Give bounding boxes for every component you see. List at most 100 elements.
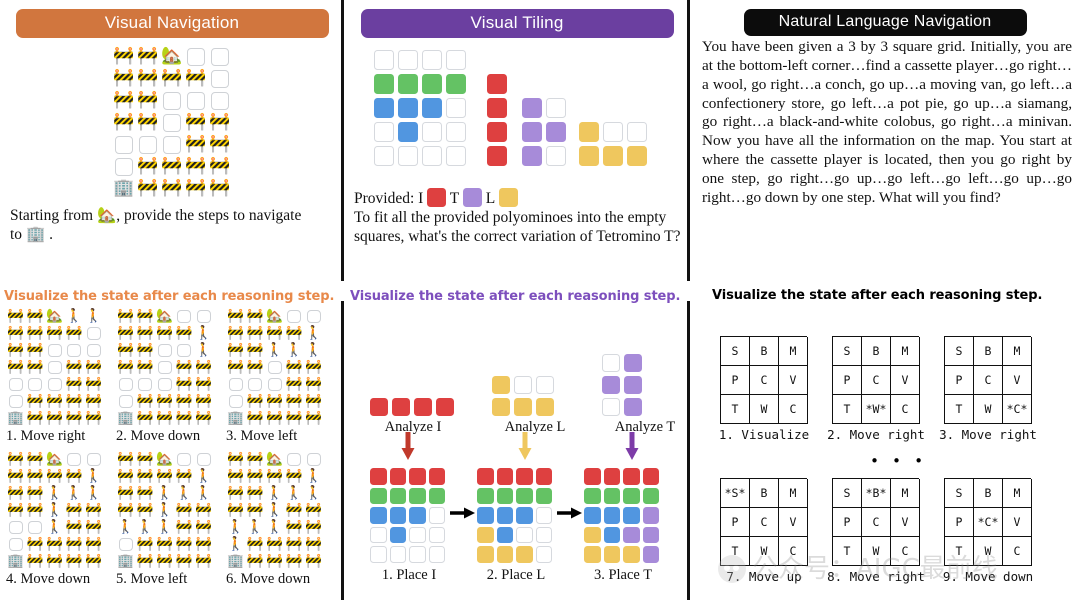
tile-cell — [579, 121, 599, 142]
nlp-cell: V — [1003, 508, 1032, 537]
grid-cell: 🚶 — [304, 468, 324, 485]
grid-cell: 🏢 — [6, 410, 26, 427]
grid-cell: 🏢 — [116, 410, 136, 427]
tile-square-filled — [487, 73, 507, 94]
tiling-viz-caption: Visualize the state after each reasoning… — [350, 289, 681, 304]
barrier-icon: 🚧 — [266, 409, 284, 426]
barrier-icon: 🚧 — [136, 307, 154, 324]
grid-cell: 🚧 — [6, 502, 26, 519]
barrier-icon: 🚧 — [175, 324, 193, 341]
empty-cell — [163, 91, 181, 110]
navigation-viz-caption: Visualize the state after each reasoning… — [4, 289, 335, 304]
tiling-down-arrow — [624, 432, 640, 467]
barrier-icon: 🚧 — [156, 409, 174, 426]
tile-square-empty — [374, 49, 394, 70]
grid-cell: 🚧 — [208, 178, 232, 200]
barrier-icon: 🚧 — [266, 552, 284, 569]
tile-square-filled — [492, 398, 510, 416]
barrier-icon: 🚧 — [285, 518, 303, 535]
walker-icon: 🚶 — [266, 518, 284, 535]
barrier-icon: 🚧 — [227, 484, 245, 501]
grid-cell: 🚧 — [45, 553, 65, 570]
tiling-provided-row: Provided: I T L — [354, 187, 682, 209]
barrier-icon: 🚧 — [26, 501, 44, 518]
office-icon: 🏢 — [117, 409, 135, 426]
tile-cell — [389, 507, 406, 524]
figure-root: Visual Navigation 🚧 🚧 🏡 🚧 🚧 🚧 🚧 🚧 🚧 🚧 🚧 🚧 🚧 🚧 🚧 🚧 🚧 🚧 🚧 🏢 🚧 🚧… — [0, 0, 1080, 614]
tile-square-filled — [409, 487, 426, 504]
grid-cell: 🚧 — [45, 325, 65, 342]
grid-cell: 🏡 — [45, 308, 65, 325]
tile-cell — [496, 507, 513, 524]
barrier-icon: 🚧 — [246, 392, 264, 409]
tile-square-filled — [514, 398, 532, 416]
barrier-icon: 🚧 — [26, 358, 44, 375]
tile-square-filled — [624, 398, 642, 416]
tile-cell — [422, 97, 442, 118]
grid-cell: 🚶 — [265, 502, 285, 519]
grid-cell-empty — [84, 451, 104, 468]
barrier-icon: 🚧 — [65, 409, 83, 426]
grid-cell: 🚶 — [194, 342, 214, 359]
tile-square-filled — [428, 487, 445, 504]
grid-cell: 🚶 — [155, 502, 175, 519]
grid-cell: 🚧 — [246, 393, 266, 410]
empty-cell — [28, 377, 43, 392]
tile-cell — [436, 398, 454, 416]
grid-cell-empty — [160, 90, 184, 112]
barrier-icon: 🚧 — [246, 307, 264, 324]
nlp-step: S B M P *C* V T W C 9. Move down — [943, 478, 1044, 584]
tile-square-filled — [579, 121, 599, 142]
navigation-step: 🚧 🚧 🏡 🚧 🚧 🚧 🚧 🚶 🚧 🚧 🚶 🚶 🚶 🚧 🚧 🚧 🚧 🚧 🚧 🚧 🚧 🚧 🚧 🏢 🚧 🚧 🚧 🚧 3. Move left — [226, 308, 324, 445]
grid-cell: 🚧 — [304, 519, 324, 536]
tile-cell — [477, 468, 494, 485]
barrier-icon: 🚧 — [26, 535, 44, 552]
empty-cell — [138, 377, 153, 392]
grid-cell: 🚧 — [6, 308, 26, 325]
grid-cell-empty — [175, 451, 195, 468]
barrier-icon: 🚧 — [46, 409, 64, 426]
tile-cell — [522, 145, 542, 166]
tile-square-filled — [623, 526, 640, 543]
grid-cell: 🚧 — [116, 342, 136, 359]
grid-cell: 🚧 — [26, 342, 46, 359]
walker-icon: 🚶 — [305, 484, 323, 501]
grid-cell: 🚧 — [112, 46, 136, 68]
barrier-icon: 🚧 — [285, 375, 303, 392]
grid-cell: 🚶 — [45, 519, 65, 536]
tile-cell — [446, 97, 466, 118]
barrier-icon: 🚧 — [136, 552, 154, 569]
grid-cell: 🚧 — [65, 553, 85, 570]
navigation-prompt: Starting from 🏡, provide the steps to na… — [10, 206, 336, 245]
grid-cell: 🚧 — [65, 519, 85, 536]
empty-cell — [211, 69, 229, 88]
barrier-icon: 🚧 — [227, 450, 245, 467]
navigation-step-grid: 🚧 🚧 🏡 🚧 🚧 🚧 🚧 🚶 🚧 🚧 🚶 🚧 🚧 🚧 🚧 🚧 🚧 🚧 🚧 🚧 🚧 🏢 🚧 🚧 🚧 🚧 — [116, 308, 214, 427]
tile-cell — [584, 468, 601, 485]
nlp-cell: T — [945, 395, 974, 424]
office-icon: 🏢 — [113, 178, 135, 199]
grid-cell-empty — [6, 519, 26, 536]
tile-square-filled — [584, 546, 601, 563]
nlp-cell: P — [945, 508, 974, 537]
tile-cell — [487, 145, 507, 166]
tile-cell — [603, 507, 620, 524]
barrier-icon: 🚧 — [246, 484, 264, 501]
grid-cell-empty — [116, 376, 136, 393]
barrier-icon: 🚧 — [137, 90, 159, 111]
tile-square-empty — [602, 398, 620, 416]
tile-square-empty — [546, 145, 566, 166]
barrier-icon: 🚧 — [7, 467, 25, 484]
tiling-provided-t-label: T — [449, 189, 459, 207]
tile-square-empty — [535, 507, 552, 524]
grid-cell: 🚧 — [45, 393, 65, 410]
barrier-icon: 🚧 — [185, 68, 207, 89]
navigation-step-label: 2. Move down — [116, 428, 201, 444]
nlp-cell: V — [891, 508, 920, 537]
tiling-analysis: Analyze L — [492, 318, 592, 435]
grid-cell: 🚧 — [184, 112, 208, 134]
grid-cell: 🚧 — [285, 393, 305, 410]
grid-cell: 🚧 — [246, 325, 266, 342]
nlp-step-label: 2. Move right — [827, 427, 925, 442]
nlp-viz-caption: Visualize the state after each reasoning… — [712, 288, 1043, 303]
